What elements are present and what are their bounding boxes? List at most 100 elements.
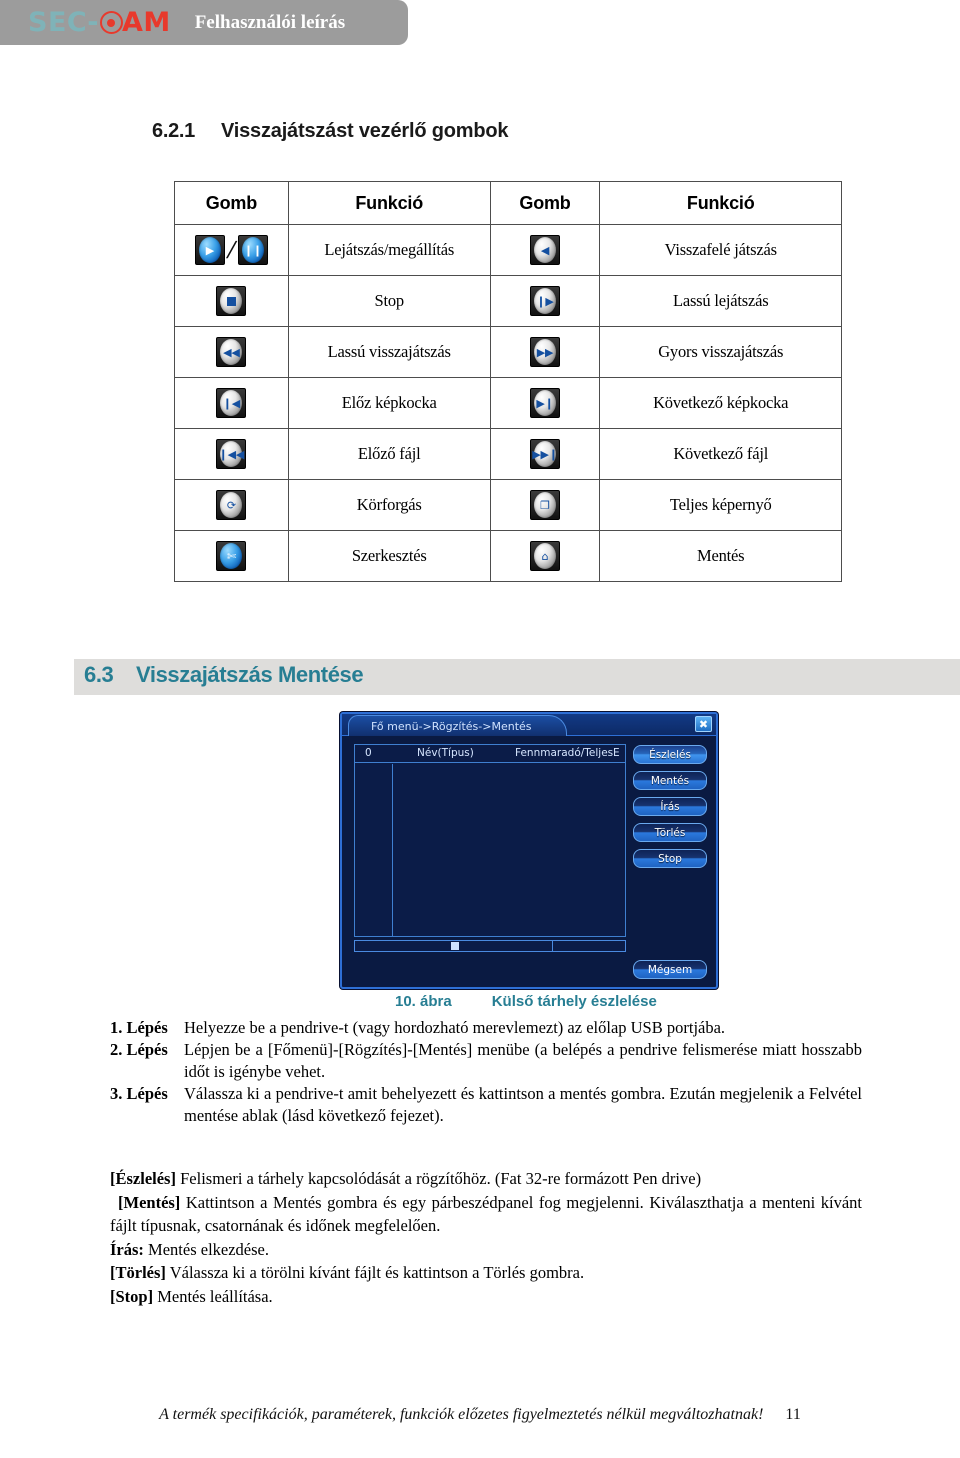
column-header-name-type: Név(Típus) bbox=[417, 747, 474, 759]
logo-text-sec: SEC bbox=[28, 7, 88, 38]
table-row: ⟳ Körforgás ❐ Teljes képernyő bbox=[174, 479, 842, 531]
function-cell: Lejátszás/megállítás bbox=[287, 224, 491, 276]
storage-device-list[interactable]: 0 Név(Típus) Fennmaradó/Teljes E bbox=[354, 744, 626, 937]
slash-separator: / bbox=[224, 235, 239, 264]
erase-button[interactable]: Törlés bbox=[633, 823, 707, 842]
icon-cell-stop bbox=[174, 275, 289, 327]
description-text: Válassza ki a törölni kívánt fájlt és ka… bbox=[165, 1263, 585, 1282]
function-cell: Stop bbox=[287, 275, 491, 327]
icon-cell-fullscreen: ❐ bbox=[489, 479, 601, 531]
previous-file-icon: ❙◀◀ bbox=[216, 439, 247, 469]
playback-buttons-table: Gomb Funkció Gomb Funkció ▶ / ❙❙ Lejátszás… bbox=[174, 181, 842, 582]
section-621-title: Visszajátszást vezérlő gombok bbox=[221, 120, 509, 142]
icon-cell-rewind: ◀◀ bbox=[174, 326, 289, 378]
scrollbar-thumb[interactable] bbox=[451, 942, 459, 950]
detect-button[interactable]: Észlelés bbox=[633, 745, 707, 764]
target-icon bbox=[99, 10, 124, 35]
icon-cell-reverse-play: ◀ bbox=[489, 224, 601, 276]
next-frame-icon: ▶❙ bbox=[530, 388, 560, 418]
step-text: Lépjen be a [Főmenü]-[Rögzítés]-[Mentés]… bbox=[184, 1040, 862, 1081]
step-label: 1. Lépés bbox=[110, 1018, 168, 1037]
function-cell: Következő képkocka bbox=[599, 377, 842, 429]
step-text: Válassza ki a pendrive-t amit behelyezet… bbox=[184, 1084, 862, 1125]
steps-list: 1. Lépés Helyezze be a pendrive-t (vagy … bbox=[110, 1017, 862, 1127]
list-header-row: 0 Név(Típus) Fennmaradó/Teljes E bbox=[355, 745, 625, 763]
function-cell: Lassú lejátszás bbox=[599, 275, 842, 327]
column-header-gomb-2: Gomb bbox=[489, 181, 601, 225]
function-cell: Visszafelé játszás bbox=[599, 224, 842, 276]
table-header-row: Gomb Funkció Gomb Funkció bbox=[174, 181, 842, 225]
dialog-body: 0 Név(Típus) Fennmaradó/Teljes E Észlelé… bbox=[342, 736, 716, 989]
step-item: 2. Lépés Lépjen be a [Főmenü]-[Rögzítés]… bbox=[110, 1039, 862, 1083]
icon-cell-fast-forward: ▶▶ bbox=[489, 326, 601, 378]
rewind-icon: ◀◀ bbox=[216, 337, 247, 367]
table-row: ▶ / ❙❙ Lejátszás/megállítás ◀ Visszafelé j… bbox=[174, 224, 842, 276]
function-cell: Előz képkocka bbox=[287, 377, 491, 429]
stop-button[interactable]: Stop bbox=[633, 849, 707, 868]
table-row: ✄ Szerkesztés ⌂ Mentés bbox=[174, 530, 842, 582]
previous-frame-icon: ❙◀ bbox=[216, 388, 247, 418]
descriptions-list: [Észlelés] Felismeri a tárhely kapcsolód… bbox=[110, 1167, 862, 1308]
function-cell: Körforgás bbox=[287, 479, 491, 531]
icon-cell-rotate: ⟳ bbox=[174, 479, 289, 531]
column-header-funkcio-1: Funkció bbox=[287, 181, 491, 225]
dialog-action-buttons: Észlelés Mentés Írás Törlés Stop bbox=[633, 745, 707, 868]
icon-cell-slow-play: ❙▶ bbox=[489, 275, 601, 327]
scissors-edit-icon: ✄ bbox=[216, 541, 247, 571]
sec-cam-logo: SEC - AM bbox=[28, 9, 171, 36]
description-term: [Észlelés] bbox=[110, 1169, 176, 1188]
horizontal-scrollbar[interactable] bbox=[354, 940, 626, 952]
dialog-breadcrumb-tab: Fő menü->Rögzítés->Mentés bbox=[348, 715, 567, 736]
reverse-play-icon: ◀ bbox=[530, 235, 560, 265]
description-item: [Törlés] Válassza ki a törölni kívánt fá… bbox=[110, 1261, 862, 1285]
page-footer: A termék specifikációk, paraméterek, fun… bbox=[0, 1406, 960, 1424]
icon-cell-previous-file: ❙◀◀ bbox=[174, 428, 289, 480]
column-header-extra: E bbox=[613, 747, 620, 759]
section-621-number: 6.2.1 bbox=[152, 120, 195, 142]
description-item: Írás: Mentés elkezdése. bbox=[110, 1238, 862, 1262]
logo-text-dash: - bbox=[87, 7, 99, 38]
next-file-icon: ▶▶❙ bbox=[530, 439, 560, 469]
slow-play-icon: ❙▶ bbox=[530, 286, 560, 316]
function-cell: Következő fájl bbox=[599, 428, 842, 480]
page-header-band: SEC - AM Felhasználói leírás bbox=[0, 0, 408, 45]
dialog-titlebar: Fő menü->Rögzítés->Mentés ✖ bbox=[342, 714, 716, 736]
step-label: 2. Lépés bbox=[110, 1040, 168, 1059]
icon-cell-scissors-edit: ✄ bbox=[174, 530, 289, 582]
backup-save-icon: ⌂ bbox=[530, 541, 560, 571]
function-cell: Lassú visszajátszás bbox=[287, 326, 491, 378]
page-number: 11 bbox=[785, 1406, 801, 1423]
description-item: [Észlelés] Felismeri a tárhely kapcsolód… bbox=[110, 1167, 862, 1191]
column-header-gomb-1: Gomb bbox=[174, 181, 289, 225]
icon-cell-next-frame: ▶❙ bbox=[489, 377, 601, 429]
cancel-button[interactable]: Mégsem bbox=[633, 960, 707, 979]
description-text: Felismeri a tárhely kapcsolódását a rögz… bbox=[175, 1169, 702, 1188]
description-text: Mentés leállítása. bbox=[153, 1286, 273, 1306]
column-header-remaining-total: Fennmaradó/Teljes bbox=[515, 747, 614, 759]
close-icon[interactable]: ✖ bbox=[695, 716, 712, 732]
logo-text-cam: AM bbox=[121, 7, 171, 38]
description-text: Kattintson a Mentés gombra és egy párbes… bbox=[110, 1192, 862, 1236]
fullscreen-icon: ❐ bbox=[530, 490, 560, 520]
write-button[interactable]: Írás bbox=[633, 797, 707, 816]
section-63-number: 6.3 bbox=[84, 662, 114, 687]
figure-caption-text: Külső tárhely észlelése bbox=[491, 993, 657, 1010]
function-cell: Szerkesztés bbox=[287, 530, 491, 582]
icon-cell-backup-save: ⌂ bbox=[489, 530, 601, 582]
rotate-icon: ⟳ bbox=[216, 490, 247, 520]
table-row: Stop ❙▶ Lassú lejátszás bbox=[174, 275, 842, 327]
dialog-title: Fő menü->Rögzítés->Mentés bbox=[371, 719, 532, 733]
table-row: ❙◀ Előz képkocka ▶❙ Következő képkocka bbox=[174, 377, 842, 429]
description-term: [Mentés] bbox=[118, 1192, 181, 1212]
icon-cell-next-file: ▶▶❙ bbox=[489, 428, 601, 480]
step-text: Helyezze be a pendrive-t (vagy hordozhat… bbox=[184, 1018, 726, 1037]
step-item: 3. Lépés Válassza ki a pendrive-t amit b… bbox=[110, 1083, 862, 1127]
section-63-title: Visszajátszás Mentése bbox=[136, 662, 364, 687]
step-label: 3. Lépés bbox=[110, 1084, 168, 1103]
stop-icon bbox=[216, 286, 247, 316]
figure-caption: 10. ábra Külső tárhely észlelése bbox=[395, 993, 657, 1010]
function-cell: Teljes képernyő bbox=[599, 479, 842, 531]
dvr-backup-dialog: Fő menü->Rögzítés->Mentés ✖ 0 Név(Típus)… bbox=[340, 712, 718, 989]
backup-button[interactable]: Mentés bbox=[633, 771, 707, 790]
footer-disclaimer: A termék specifikációk, paraméterek, fun… bbox=[159, 1406, 764, 1423]
